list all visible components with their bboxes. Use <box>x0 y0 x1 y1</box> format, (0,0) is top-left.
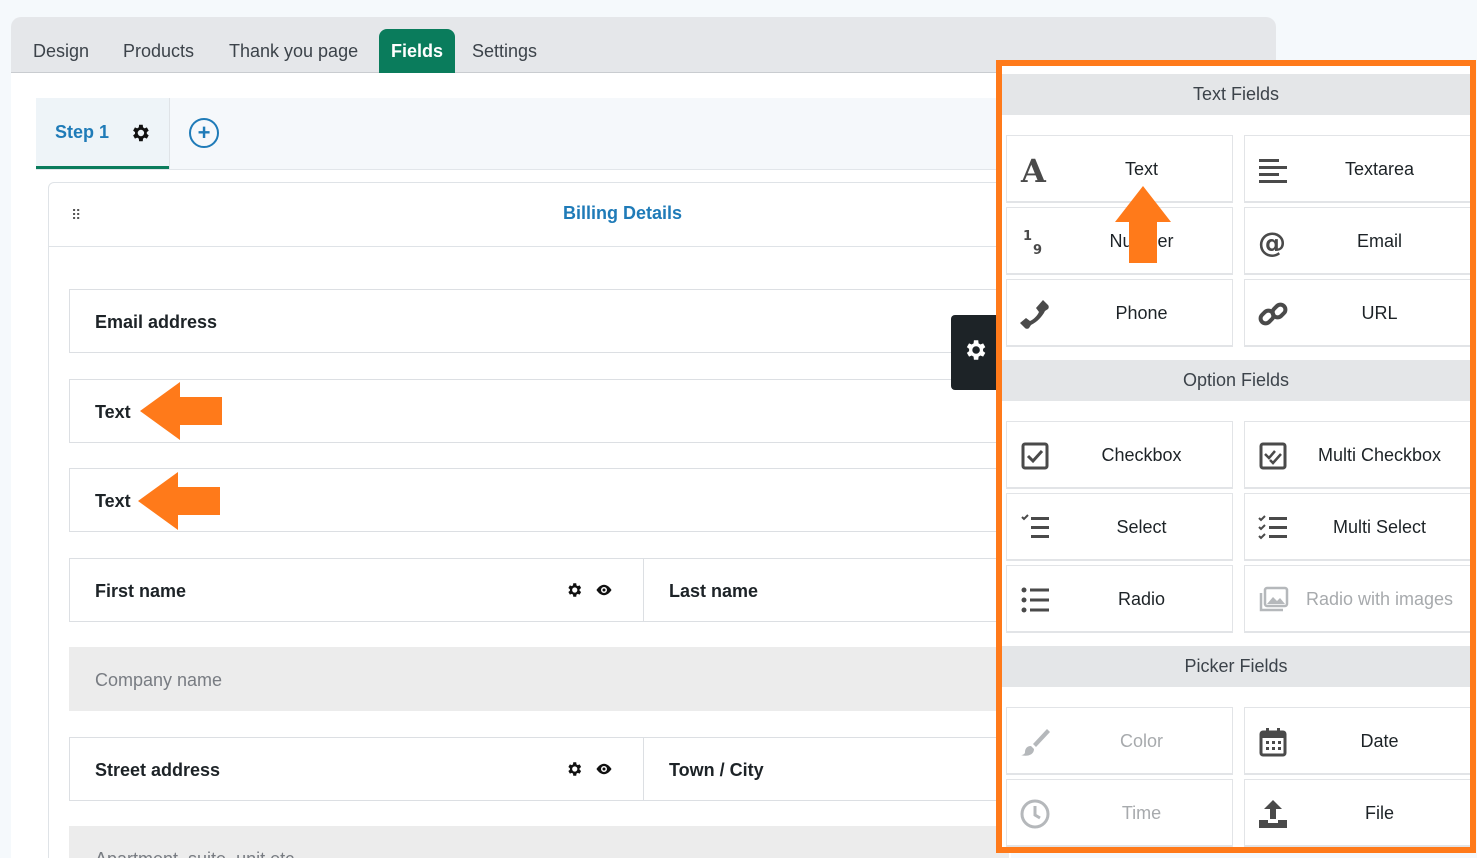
clock-icon <box>1020 799 1050 829</box>
button-label: URL <box>1361 303 1398 323</box>
step-label: Step 1 <box>55 122 110 142</box>
gear-icon <box>966 340 986 360</box>
add-textarea-field-button[interactable]: Textarea <box>1244 135 1470 203</box>
add-radio-images-field-button[interactable]: Radio with images <box>1244 565 1470 633</box>
svg-text:1: 1 <box>1023 229 1032 244</box>
group-picker-fields: Picker Fields <box>1002 646 1470 687</box>
arrow-up-icon <box>1115 186 1171 263</box>
images-icon <box>1259 586 1289 612</box>
eye-icon[interactable] <box>595 760 613 778</box>
button-label: Text <box>1124 159 1158 179</box>
multi-checklist-icon <box>1258 515 1287 540</box>
button-label: Radio <box>1117 589 1166 609</box>
field-label: First name <box>95 581 187 601</box>
phone-icon <box>1020 300 1049 329</box>
divider <box>169 98 170 169</box>
field-last-name[interactable]: Last name <box>643 558 1009 622</box>
multi-checkbox-icon <box>1259 442 1287 470</box>
add-file-field-button[interactable]: File <box>1244 779 1470 847</box>
tab-thank-you-page[interactable]: Thank you page <box>229 29 358 73</box>
checkbox-icon <box>1021 442 1049 470</box>
section-title: Billing Details <box>563 203 683 223</box>
field-label: Company name <box>95 670 223 690</box>
checklist-icon <box>1021 514 1049 538</box>
button-label: Checkbox <box>1101 445 1182 465</box>
calendar-icon <box>1259 728 1287 757</box>
align-left-icon <box>1259 159 1287 183</box>
gear-icon[interactable] <box>565 760 583 778</box>
group-text-fields: Text Fields <box>1002 74 1470 115</box>
add-select-field-button[interactable]: Select <box>1006 493 1233 561</box>
button-label: File <box>1364 803 1394 823</box>
add-email-field-button[interactable]: @ Email <box>1244 207 1470 275</box>
button-label: Color <box>1119 731 1163 751</box>
step-bar: Step 1 + <box>36 98 1006 170</box>
side-settings-button[interactable] <box>951 315 997 390</box>
button-label: Time <box>1121 803 1162 823</box>
gear-icon[interactable] <box>129 122 151 144</box>
group-option-fields: Option Fields <box>1002 360 1470 401</box>
paint-brush-icon <box>1021 729 1050 756</box>
list-icon <box>1021 587 1049 613</box>
field-first-name[interactable]: First name <box>69 558 644 622</box>
field-label: Email address <box>95 312 218 332</box>
tab-design[interactable]: Design <box>33 29 89 73</box>
tab-settings[interactable]: Settings <box>472 29 537 73</box>
add-checkbox-field-button[interactable]: Checkbox <box>1006 421 1233 489</box>
field-label: Town / City <box>669 760 764 780</box>
gear-icon[interactable] <box>565 581 583 599</box>
svg-text:A: A <box>1020 154 1047 186</box>
at-sign-icon: @ <box>1258 226 1286 258</box>
tab-fields[interactable]: Fields <box>379 29 456 73</box>
arrow-left-icon <box>138 472 220 530</box>
arrow-left-icon <box>140 382 222 440</box>
add-time-field-button[interactable]: Time <box>1006 779 1233 847</box>
field-town[interactable]: Town / City <box>643 737 1009 801</box>
tab-products[interactable]: Products <box>123 29 194 73</box>
fields-panel: Text Fields A Text Textarea 19 Number @ … <box>996 60 1476 853</box>
upload-icon <box>1259 800 1287 828</box>
button-label: Radio with images <box>1305 589 1454 609</box>
field-email[interactable]: Email address <box>69 289 1009 353</box>
field-street[interactable]: Street address <box>69 737 644 801</box>
button-label: Select <box>1116 517 1167 537</box>
eye-icon[interactable] <box>595 581 613 599</box>
field-apartment[interactable]: Apartment, suite, unit etc. <box>69 826 1009 858</box>
field-label: Text <box>95 491 131 511</box>
svg-text:9: 9 <box>1033 243 1042 258</box>
number-icon: 19 <box>1023 229 1042 258</box>
field-label: Street address <box>95 760 221 780</box>
link-icon <box>1258 302 1288 326</box>
drag-handle-icon[interactable]: ⠿ <box>71 207 81 224</box>
field-label: Last name <box>669 581 759 601</box>
field-label: Text <box>95 402 131 422</box>
add-multi-select-field-button[interactable]: Multi Select <box>1244 493 1470 561</box>
button-label: Phone <box>1115 303 1168 323</box>
letter-a-icon: A <box>1020 154 1047 186</box>
field-company[interactable]: Company name <box>69 647 1009 711</box>
field-label: Apartment, suite, unit etc. <box>95 849 299 858</box>
add-color-field-button[interactable]: Color <box>1006 707 1233 775</box>
add-radio-field-button[interactable]: Radio <box>1006 565 1233 633</box>
svg-text:@: @ <box>1258 226 1286 258</box>
button-label: Textarea <box>1344 159 1415 179</box>
add-date-field-button[interactable]: Date <box>1244 707 1470 775</box>
section-header: ⠿ Billing Details <box>49 183 1007 247</box>
add-multi-checkbox-field-button[interactable]: Multi Checkbox <box>1244 421 1470 489</box>
button-label: Multi Select <box>1332 517 1427 537</box>
button-label: Date <box>1360 731 1399 751</box>
step-tab[interactable]: Step 1 <box>36 98 169 169</box>
add-url-field-button[interactable]: URL <box>1244 279 1470 347</box>
add-step-button[interactable]: + <box>189 118 219 148</box>
add-phone-field-button[interactable]: Phone <box>1006 279 1233 347</box>
button-label: Multi Checkbox <box>1317 445 1442 465</box>
button-label: Email <box>1356 231 1402 251</box>
